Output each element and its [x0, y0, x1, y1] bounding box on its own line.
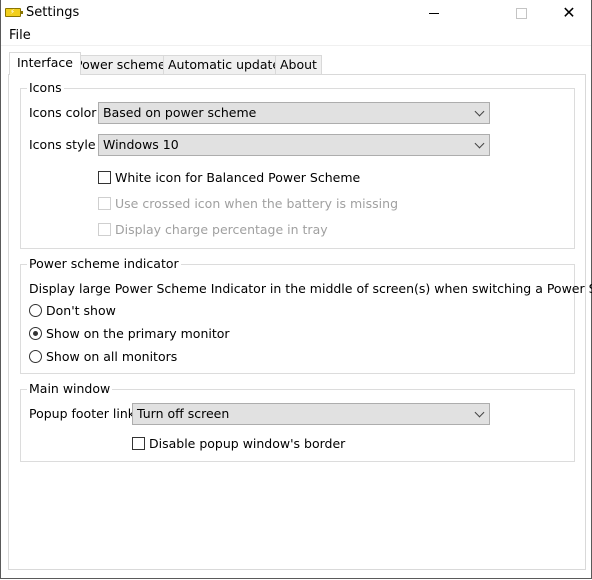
- window-title: Settings: [26, 5, 80, 20]
- radio-circle[interactable]: [29, 304, 42, 317]
- crossed-icon-checkbox[interactable]: Use crossed icon when the battery is mis…: [98, 196, 398, 211]
- minimize-icon: [429, 12, 439, 14]
- title-bar[interactable]: ⚡ Settings ✕: [1, 0, 591, 26]
- checkbox-box[interactable]: [98, 171, 111, 184]
- radio-dont-show-label: Don't show: [46, 303, 116, 318]
- radio-all-monitors-label: Show on all monitors: [46, 349, 178, 364]
- icons-color-label: Icons color: [29, 105, 97, 120]
- radio-circle-selected[interactable]: [29, 327, 42, 340]
- tab-interface[interactable]: Interface: [9, 52, 81, 75]
- chevron-down-icon: [474, 106, 485, 117]
- crossed-icon-label: Use crossed icon when the battery is mis…: [115, 196, 399, 211]
- close-button[interactable]: ✕: [546, 0, 592, 26]
- tab-about[interactable]: About: [275, 55, 322, 74]
- interface-tab-panel: Icons Icons color Based on power scheme …: [8, 74, 592, 570]
- power-scheme-indicator-group: Power scheme indicator Display large Pow…: [20, 256, 592, 374]
- icons-style-label: Icons style: [29, 137, 96, 152]
- icons-group: Icons Icons color Based on power scheme …: [20, 80, 575, 249]
- checkbox-box[interactable]: [98, 223, 111, 236]
- maximize-button[interactable]: [498, 0, 544, 26]
- checkbox-box[interactable]: [98, 197, 111, 210]
- tab-power-schemes[interactable]: Power schemes: [70, 55, 178, 74]
- popup-footer-select[interactable]: Turn off screen: [132, 403, 490, 425]
- main-window-group: Main window Popup footer link Turn off s…: [20, 381, 575, 462]
- radio-primary-monitor[interactable]: Show on the primary monitor: [29, 326, 230, 341]
- icons-style-select[interactable]: Windows 10: [98, 134, 490, 156]
- white-icon-checkbox[interactable]: White icon for Balanced Power Scheme: [98, 170, 360, 185]
- indicator-description: Display large Power Scheme Indicator in …: [29, 281, 592, 296]
- menu-file[interactable]: File: [9, 28, 31, 43]
- battery-icon: ⚡: [5, 8, 23, 17]
- icons-group-legend: Icons: [27, 80, 64, 95]
- icons-style-value: Windows 10: [103, 137, 179, 152]
- radio-dont-show[interactable]: Don't show: [29, 303, 116, 318]
- settings-window: ⚡ Settings ✕ File Interface Power scheme…: [0, 0, 592, 579]
- main-window-group-legend: Main window: [27, 381, 113, 396]
- radio-primary-monitor-label: Show on the primary monitor: [46, 326, 230, 341]
- disable-border-label: Disable popup window's border: [149, 436, 346, 451]
- icons-color-select[interactable]: Based on power scheme: [98, 102, 490, 124]
- chevron-down-icon: [474, 138, 485, 149]
- radio-circle[interactable]: [29, 350, 42, 363]
- popup-footer-label: Popup footer link: [29, 406, 136, 421]
- close-icon: ✕: [562, 3, 576, 22]
- charge-percentage-checkbox[interactable]: Display charge percentage in tray: [98, 222, 328, 237]
- tab-automatic-updates[interactable]: Automatic updates: [163, 55, 292, 74]
- maximize-icon: [515, 7, 527, 19]
- chevron-down-icon: [474, 407, 485, 418]
- white-icon-label: White icon for Balanced Power Scheme: [115, 170, 361, 185]
- checkbox-box[interactable]: [132, 437, 145, 450]
- charge-percentage-label: Display charge percentage in tray: [115, 222, 328, 237]
- indicator-group-legend: Power scheme indicator: [27, 256, 181, 271]
- disable-border-checkbox[interactable]: Disable popup window's border: [132, 436, 345, 451]
- menu-bar: File: [1, 26, 591, 46]
- icons-color-value: Based on power scheme: [103, 105, 257, 120]
- minimize-button[interactable]: [411, 0, 457, 26]
- popup-footer-value: Turn off screen: [137, 406, 230, 421]
- radio-all-monitors[interactable]: Show on all monitors: [29, 349, 177, 364]
